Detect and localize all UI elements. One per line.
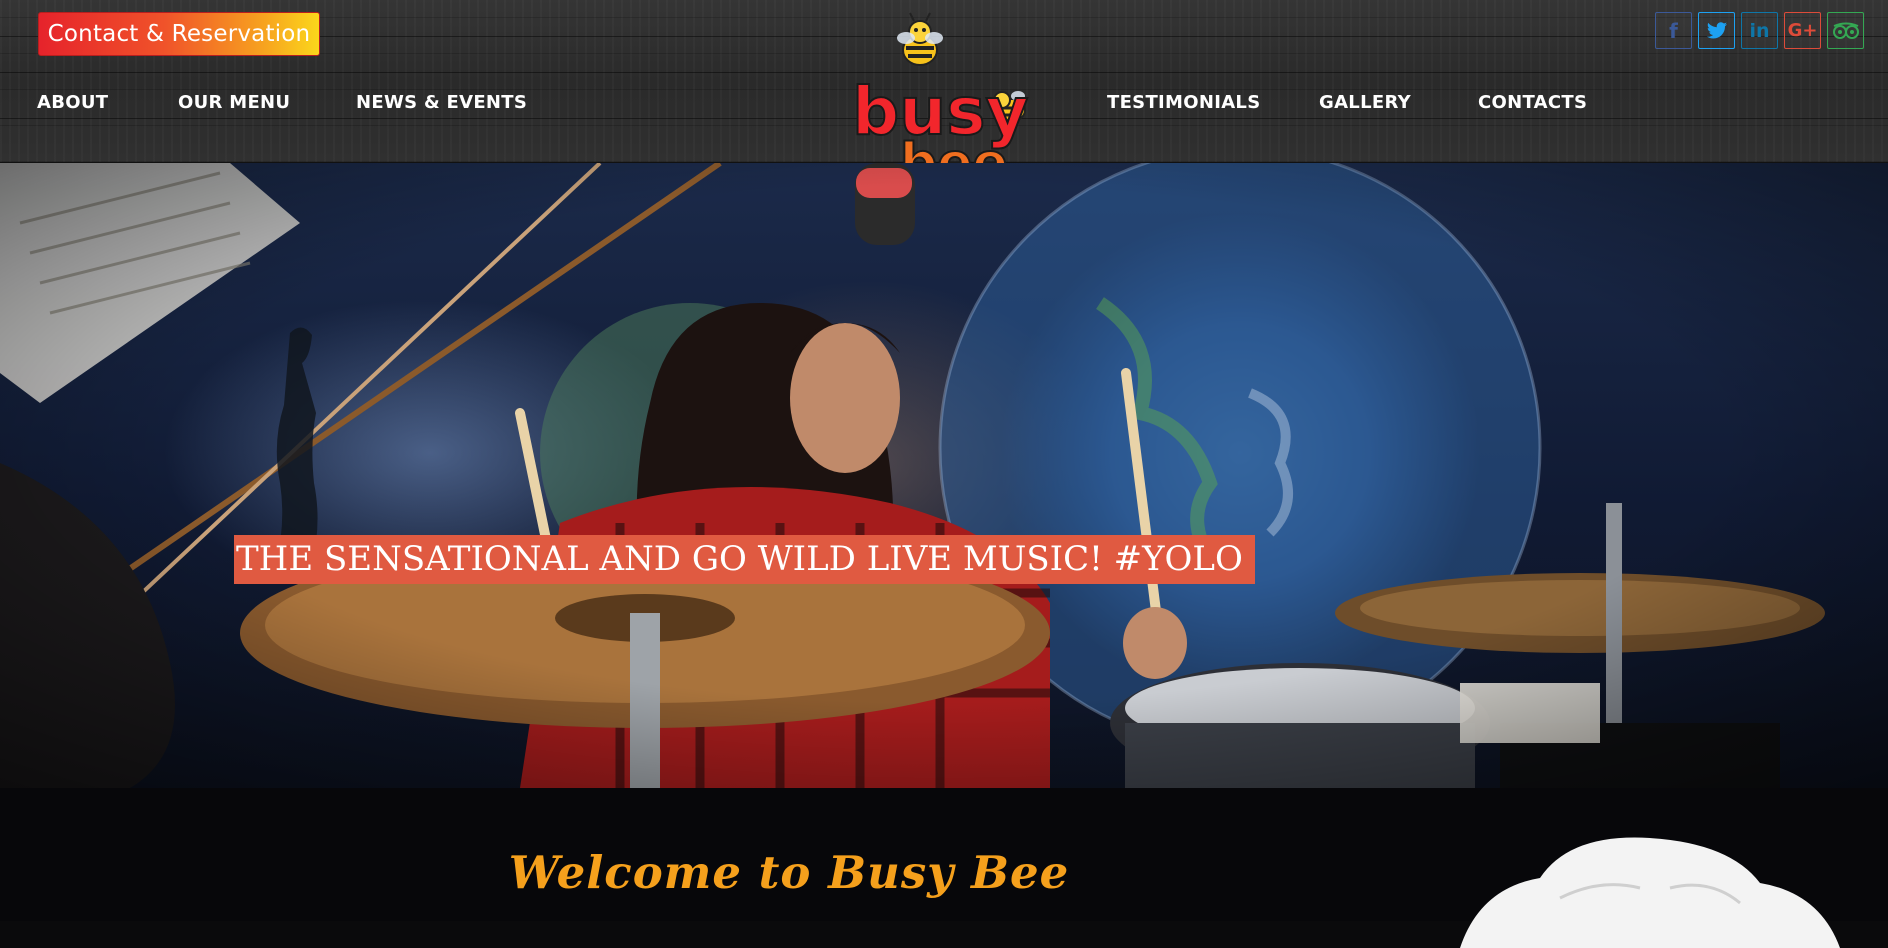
- nav-item-gallery[interactable]: GALLERY: [1319, 92, 1411, 113]
- social-links: f in G+: [1655, 12, 1864, 49]
- hero-image: [0, 163, 1888, 788]
- twitter-icon[interactable]: [1698, 12, 1735, 49]
- contact-reservation-button[interactable]: Contact & Reservation: [38, 12, 320, 56]
- site-header: Contact & Reservation ABOUT OUR MENU NEW…: [0, 0, 1888, 186]
- facebook-icon[interactable]: f: [1655, 12, 1692, 49]
- nav-item-about[interactable]: ABOUT: [37, 92, 108, 113]
- busy-bee-logo[interactable]: busy bee: [842, 8, 1042, 186]
- hero-banner: THE SENSATIONAL AND GO WILD LIVE MUSIC! …: [0, 163, 1888, 788]
- welcome-section: Welcome to Busy Bee: [0, 788, 1888, 948]
- hero-caption: THE SENSATIONAL AND GO WILD LIVE MUSIC! …: [234, 535, 1255, 584]
- welcome-title: Welcome to Busy Bee: [508, 846, 1070, 899]
- tripadvisor-icon[interactable]: [1827, 12, 1864, 49]
- nav-item-testimonials[interactable]: TESTIMONIALS: [1107, 92, 1260, 113]
- bee-mascot-icon: [897, 12, 943, 66]
- nav-item-contacts[interactable]: CONTACTS: [1478, 92, 1587, 113]
- nav-item-news-events[interactable]: NEWS & EVENTS: [356, 92, 527, 113]
- linkedin-icon[interactable]: in: [1741, 12, 1778, 49]
- nav-item-our-menu[interactable]: OUR MENU: [178, 92, 290, 113]
- google-plus-icon[interactable]: G+: [1784, 12, 1821, 49]
